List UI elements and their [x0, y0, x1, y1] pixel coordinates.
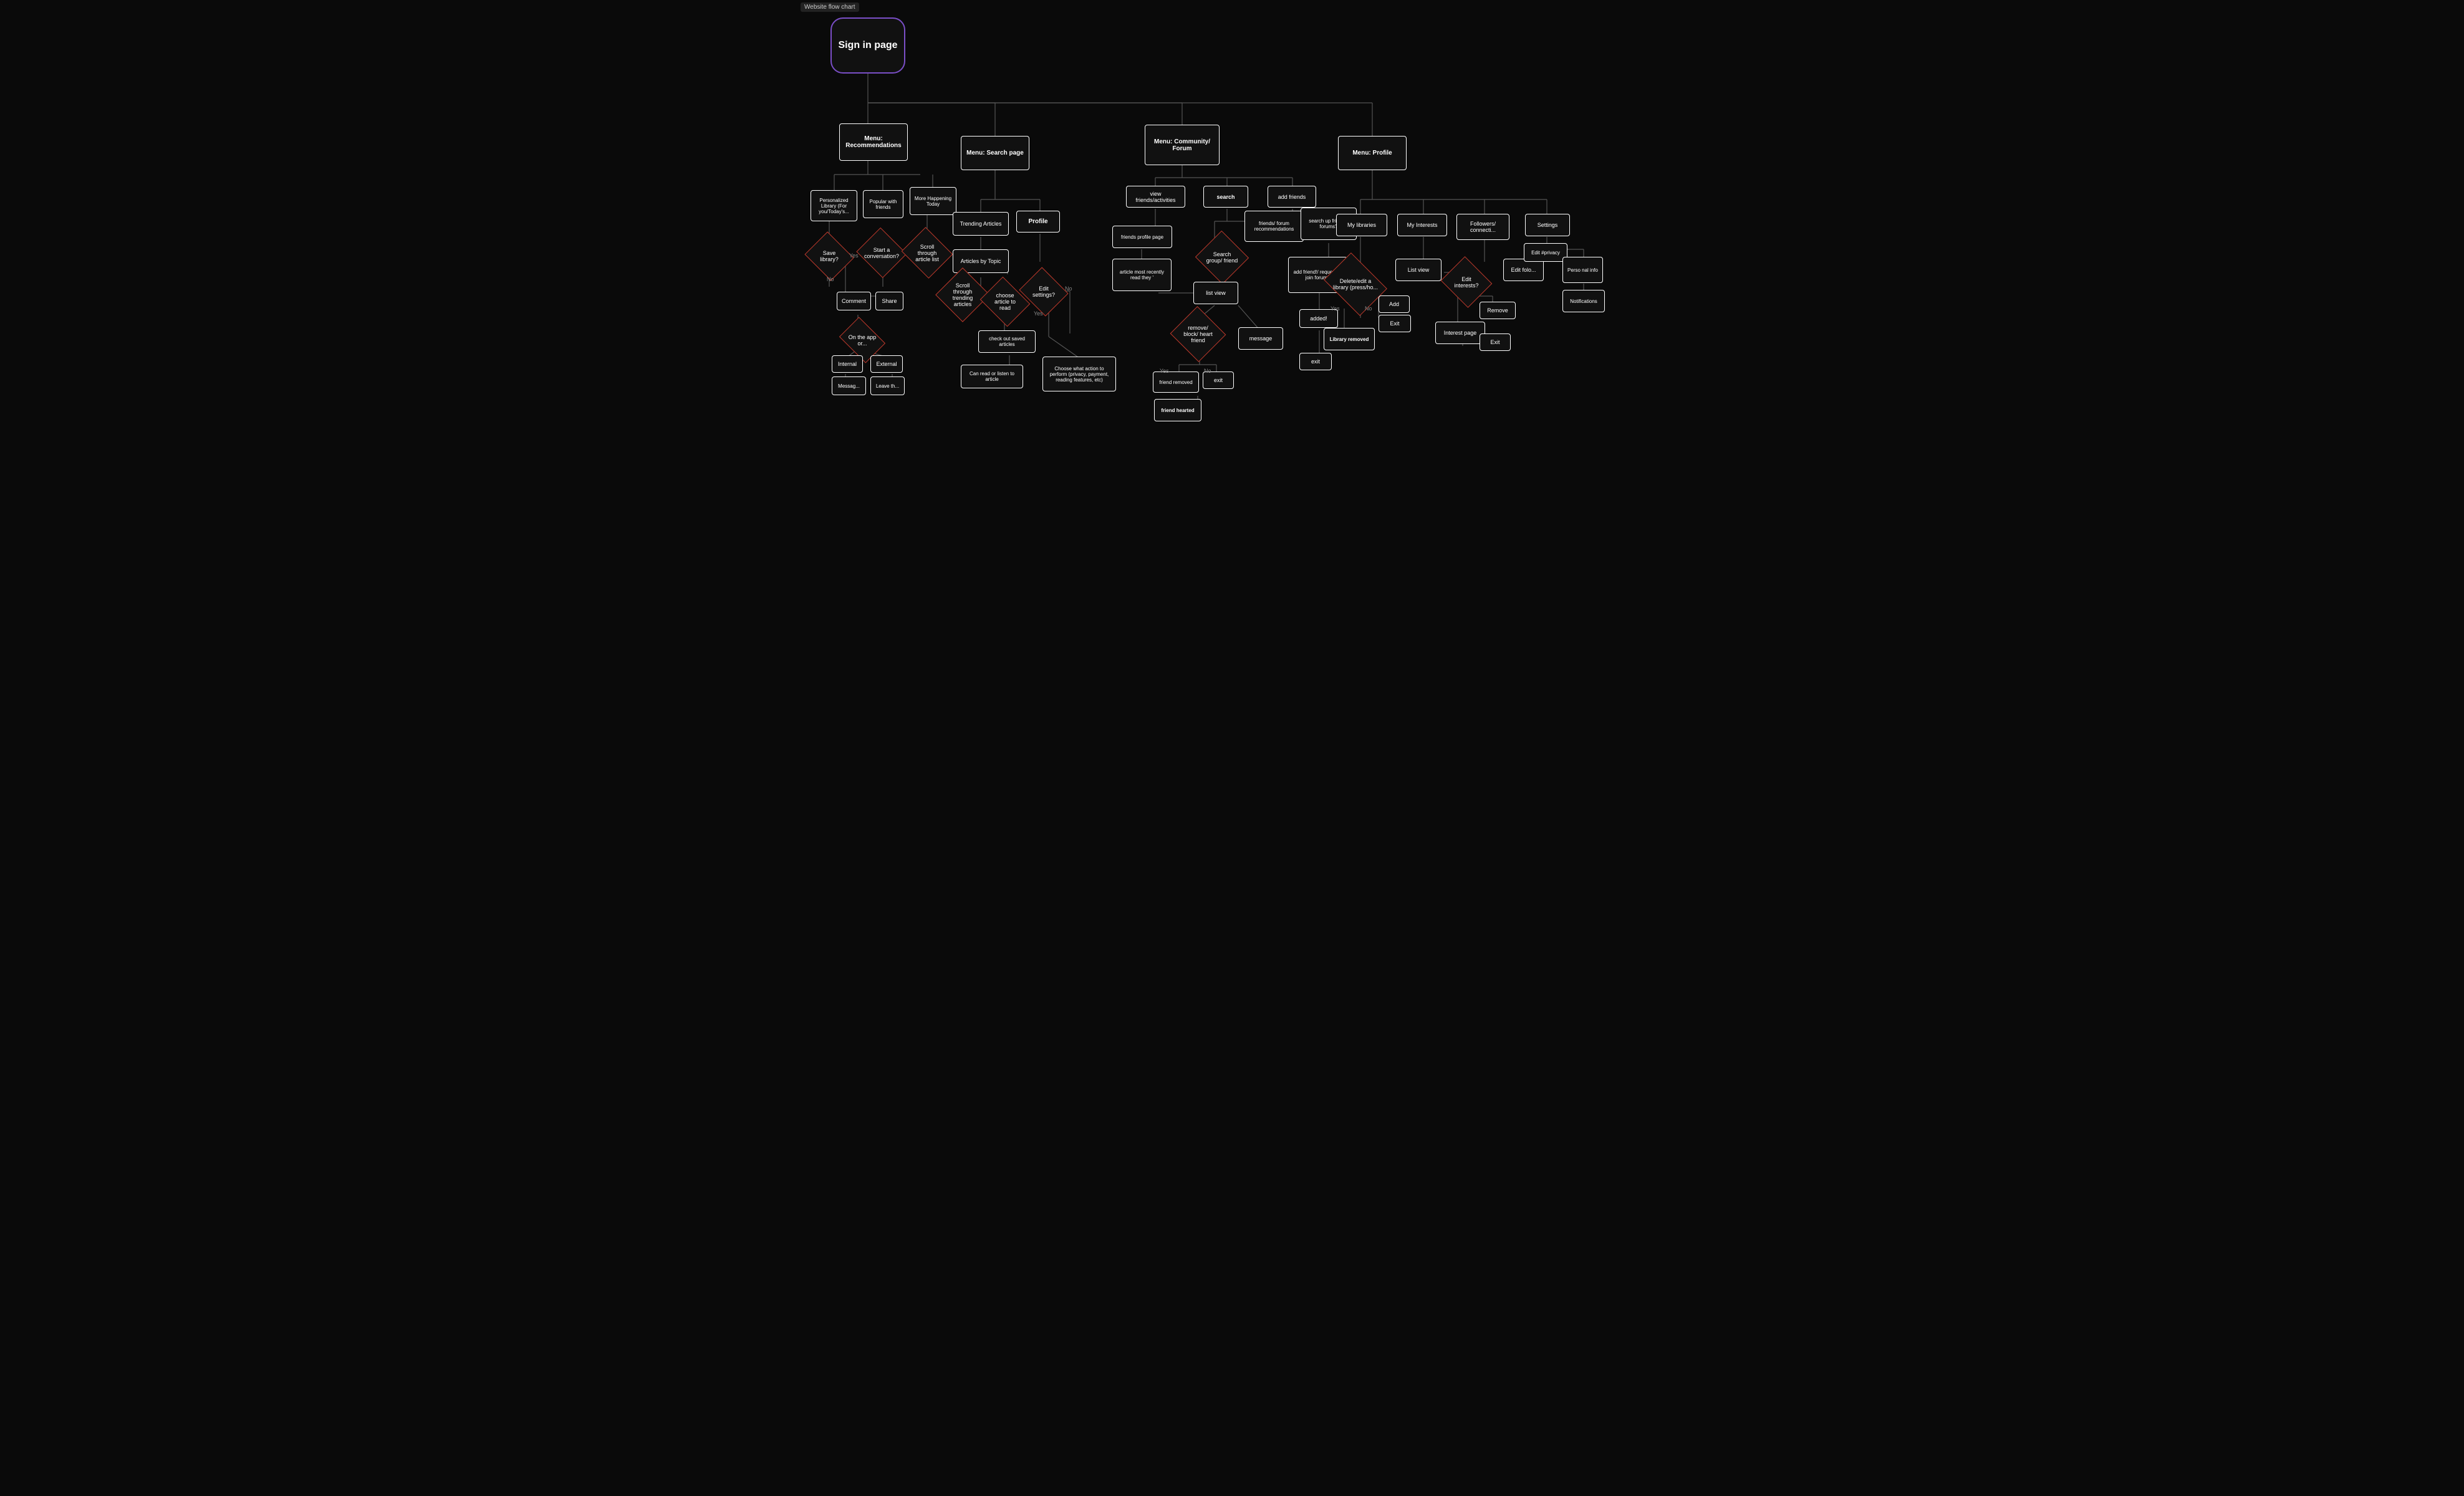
friends-profile-node: friends profile page — [1112, 226, 1172, 248]
search-comm-node: search — [1203, 186, 1248, 208]
delete-library-node: Delete/edit a library (press/ho... — [1330, 265, 1381, 304]
menu-search-label: Menu: Search page — [966, 150, 1024, 156]
share-node: Share — [875, 292, 903, 310]
list-view-prof-node: List view — [1395, 259, 1441, 281]
yes-lib-label: Yes — [1331, 305, 1340, 312]
trending-articles-node: Trending Articles — [953, 212, 1009, 236]
remove-block-node: remove/ block/ heart friend — [1178, 315, 1218, 353]
more-happening-node: More Happening Today — [910, 187, 956, 215]
popular-friends-node: Popular with friends — [863, 190, 903, 218]
article-recently-node: article most recently read they ' — [1112, 259, 1172, 291]
save-library-node: Save library? — [811, 240, 848, 272]
personalized-lib-node: Personalized Library (For you/Today's... — [811, 190, 857, 221]
friends-forum-rec-node: friends/ forum recommendations — [1244, 211, 1304, 242]
add-library-node: Add — [1379, 295, 1410, 313]
added-node: added! — [1299, 309, 1338, 328]
menu-rec-label: Menu: Recommendations — [844, 135, 903, 149]
choose-article-node: choose article to read — [986, 285, 1024, 318]
start-convo-node: Start a conversation? — [863, 236, 900, 270]
flowchart-canvas: Website flow chart — [796, 0, 1668, 561]
personal-info-node: Perso nal info — [1562, 257, 1603, 283]
menu-rec-node: Menu: Recommendations — [839, 123, 908, 161]
yes-edit-label: Yes — [1034, 310, 1043, 317]
scroll-trending-node: Scroll through trending articles — [943, 276, 982, 314]
no-label: No — [827, 276, 834, 282]
no-remove-label: No — [1204, 368, 1211, 374]
message-comm-node: message — [1238, 327, 1283, 350]
add-friends-node: add friends — [1268, 186, 1316, 208]
comment-node: Comment — [837, 292, 871, 310]
view-friends-node: view friends/activities — [1126, 186, 1185, 208]
library-removed-node: Library removed — [1324, 328, 1375, 350]
profile-search-node: Profile — [1016, 211, 1060, 233]
menu-community-node: Menu: Community/ Forum — [1145, 125, 1220, 165]
no-edit-label: No — [1065, 285, 1072, 292]
leave-th-node: Leave th... — [870, 376, 905, 395]
search-group-node: Search group/ friend — [1203, 239, 1241, 276]
interest-page-node: Interest page — [1435, 322, 1485, 344]
choose-action-node: Choose what action to perform (privacy, … — [1042, 357, 1116, 391]
yes-remove-label: Yes — [1160, 368, 1169, 374]
no-lib-label: No — [1365, 305, 1372, 312]
remove-interest-node: Remove — [1480, 302, 1516, 319]
followers-node: Followers/ connecti... — [1456, 214, 1509, 240]
scroll-article-node: Scroll through article list — [908, 236, 946, 270]
internal-node: Internal — [832, 355, 863, 373]
check-saved-node: check out saved articles — [978, 330, 1036, 353]
sign-in-label: Sign in page — [838, 40, 897, 51]
on-app-node: On the app or... — [844, 326, 881, 354]
menu-search-node: Menu: Search page — [961, 136, 1029, 170]
edit-fol-node: Edit folo... — [1503, 259, 1544, 281]
external-node: External — [870, 355, 903, 373]
sign-in-node: Sign in page — [830, 17, 905, 74]
exit-friends-node: exit — [1299, 353, 1332, 370]
friend-hearted-node: friend hearted — [1154, 399, 1201, 421]
menu-profile-label: Menu: Profile — [1352, 150, 1392, 156]
menu-community-label: Menu: Community/ Forum — [1149, 138, 1215, 152]
exit-block-node: exit — [1203, 372, 1234, 389]
messag-node: Messag... — [832, 376, 866, 395]
notifications-node: Notifications — [1562, 290, 1605, 312]
menu-profile-node: Menu: Profile — [1338, 136, 1407, 170]
list-view-comm-node: list view — [1193, 282, 1238, 304]
my-interests-node: My Interests — [1397, 214, 1447, 236]
tab-label: Website flow chart — [801, 2, 859, 12]
friend-removed-node: friend removed — [1153, 372, 1199, 393]
edit-settings-node: Edit settings? — [1025, 276, 1062, 308]
settings-node: Settings — [1525, 214, 1570, 236]
can-read-node: Can read or listen to article — [961, 365, 1023, 388]
my-libraries-node: My libraries — [1336, 214, 1387, 236]
edit-privacy-node: Edit #privacy — [1524, 243, 1567, 262]
edit-interests-node: Edit interests? — [1447, 265, 1486, 299]
exit-library-node: Exit — [1379, 315, 1411, 332]
exit-interest-node: Exit — [1480, 333, 1511, 351]
yes-label: Yes — [849, 252, 859, 259]
